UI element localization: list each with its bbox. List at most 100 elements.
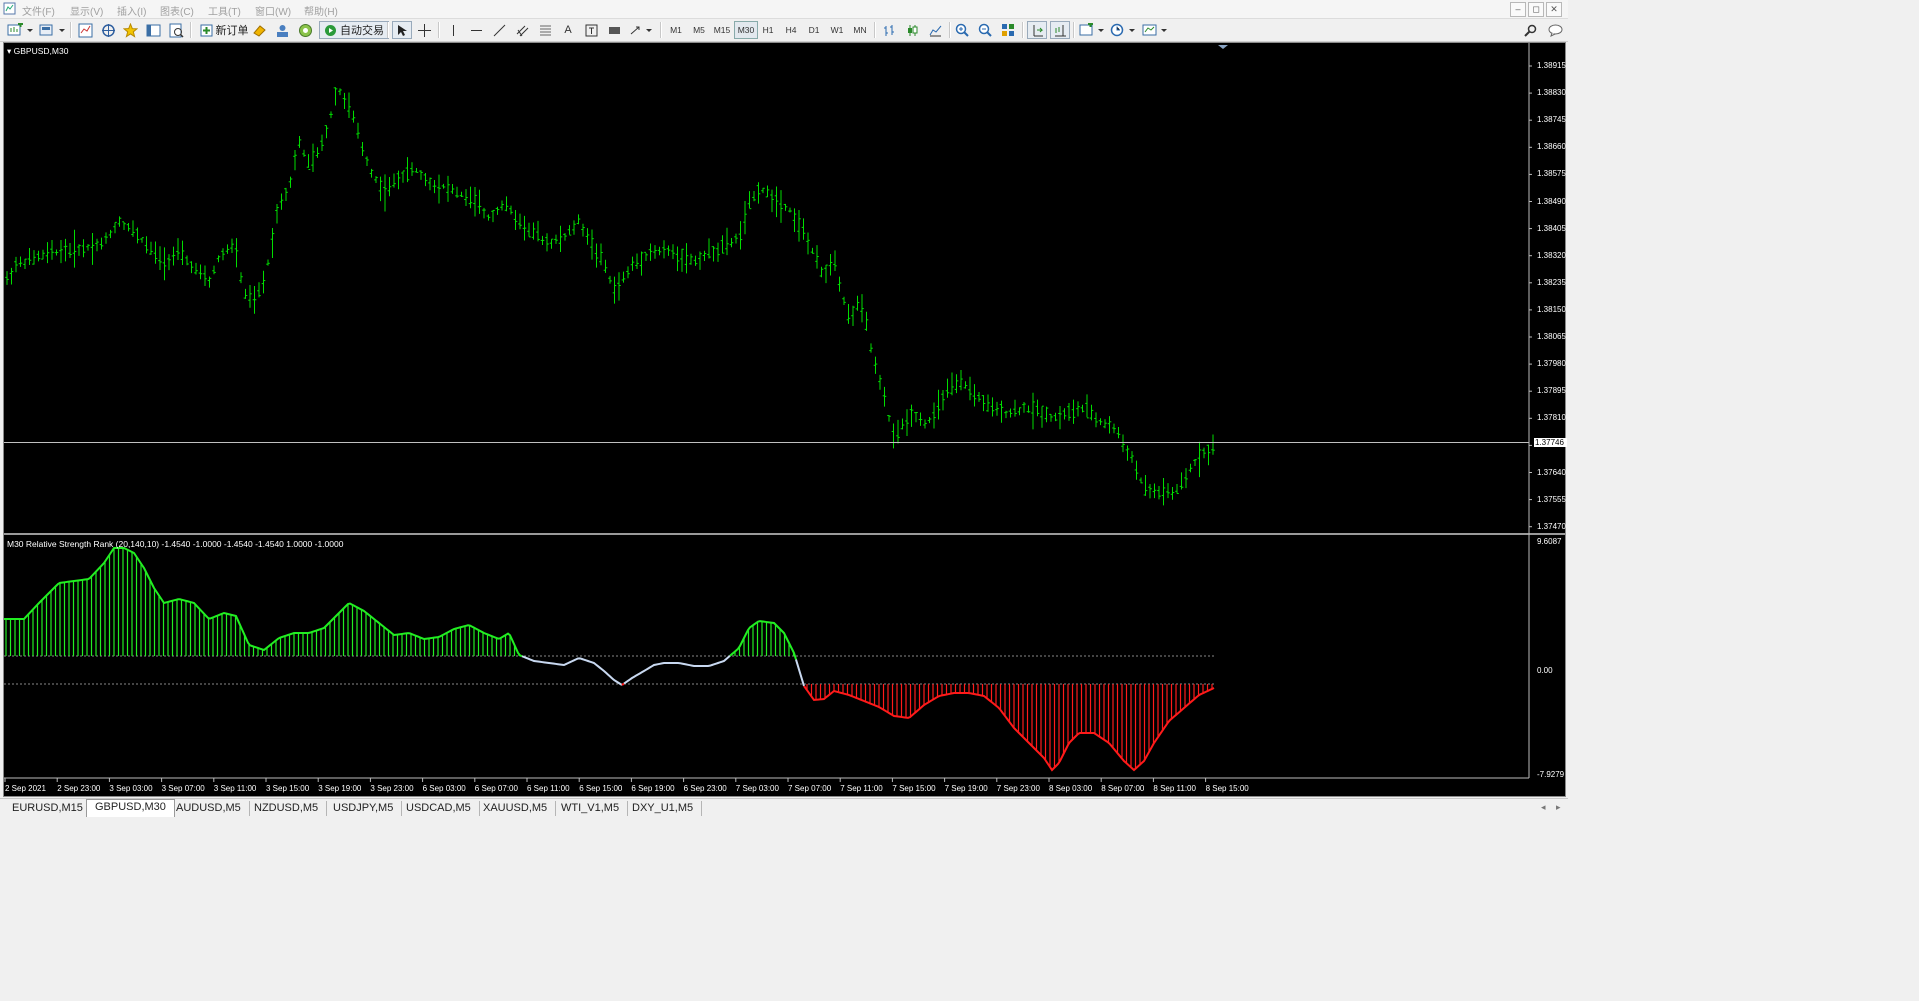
- time-axis-label: 3 Sep 07:00: [161, 784, 205, 793]
- periods-dropdown-icon[interactable]: [1109, 21, 1137, 39]
- navigator-icon[interactable]: [121, 21, 139, 39]
- chat-icon[interactable]: [1546, 21, 1564, 39]
- indicator-histogram: [5, 548, 1213, 769]
- timeframe-mn[interactable]: MN: [849, 21, 871, 39]
- price-bar: [981, 395, 986, 412]
- profiles-button[interactable]: [38, 21, 66, 39]
- close-button[interactable]: ✕: [1546, 2, 1562, 17]
- restore-button[interactable]: ◻: [1528, 2, 1544, 17]
- price-bar: [297, 136, 302, 148]
- history-center-icon[interactable]: [273, 21, 291, 39]
- menu-help[interactable]: 帮助(H): [304, 3, 338, 18]
- price-bar: [167, 254, 171, 271]
- data-window-icon[interactable]: [99, 21, 117, 39]
- menu-window[interactable]: 窗口(W): [255, 3, 291, 18]
- minimize-button[interactable]: –: [1510, 2, 1526, 17]
- arrows-dropdown-icon[interactable]: [628, 21, 654, 39]
- auto-scroll-icon[interactable]: [1027, 21, 1047, 39]
- price-bar: [72, 229, 77, 268]
- menu-charts[interactable]: 图表(C): [160, 3, 194, 18]
- price-bar: [1008, 408, 1013, 418]
- menu-tools[interactable]: 工具(T): [208, 3, 241, 18]
- menu-view[interactable]: 显示(V): [70, 3, 103, 18]
- auto-trading-button[interactable]: 自动交易: [319, 21, 389, 39]
- tile-windows-icon[interactable]: [999, 21, 1017, 39]
- price-axis-label: 1.38320: [1537, 250, 1566, 260]
- price-bar: [243, 288, 248, 299]
- toolbar-separator: [949, 22, 951, 38]
- terminal-icon[interactable]: [144, 21, 162, 39]
- price-bar: [1175, 484, 1179, 495]
- toolbar-separator: [660, 22, 662, 38]
- templates-dropdown-icon[interactable]: [1141, 21, 1169, 39]
- chart-shift-icon[interactable]: [1050, 21, 1070, 39]
- zoom-in-icon[interactable]: [953, 21, 971, 39]
- zoom-out-icon[interactable]: [976, 21, 994, 39]
- price-bar: [626, 266, 630, 279]
- price-bar: [1103, 419, 1107, 429]
- price-bar: [477, 189, 482, 214]
- tab-nzdusd-m5[interactable]: NZDUSD,M5: [246, 801, 328, 816]
- tab-eurusd-m15[interactable]: EURUSD,M15: [4, 801, 92, 816]
- timeframe-m30[interactable]: M30: [734, 21, 758, 39]
- price-bar: [549, 238, 554, 249]
- price-bar: [725, 227, 729, 256]
- bar-chart-icon[interactable]: [880, 21, 898, 39]
- price-bar: [1004, 410, 1008, 419]
- shapes-icon[interactable]: [605, 21, 623, 39]
- price-bar: [977, 391, 981, 402]
- menu-insert[interactable]: 插入(I): [117, 3, 146, 18]
- candlestick-icon[interactable]: [903, 21, 921, 39]
- time-axis-label: 7 Sep 23:00: [996, 784, 1040, 793]
- tab-scroll-right-icon[interactable]: ▸: [1556, 802, 1561, 813]
- menu-file[interactable]: 文件(F): [22, 3, 55, 18]
- fibonacci-icon[interactable]: [536, 21, 554, 39]
- time-axis-label: 6 Sep 07:00: [474, 784, 518, 793]
- price-bar: [248, 284, 252, 308]
- tab-wti-v1-m5[interactable]: WTI_V1,M5: [553, 801, 629, 816]
- price-bar: [873, 356, 878, 374]
- text-label-icon[interactable]: [582, 21, 600, 39]
- vertical-line-icon[interactable]: [444, 21, 462, 39]
- metaeditor-icon[interactable]: [250, 21, 268, 39]
- tab-audusd-m5[interactable]: AUDUSD,M5: [168, 801, 250, 816]
- crosshair-icon[interactable]: [415, 21, 433, 39]
- price-axis-label: 1.38660: [1537, 142, 1566, 152]
- channel-icon[interactable]: [513, 21, 531, 39]
- timeframe-d1[interactable]: D1: [803, 21, 825, 39]
- timeframe-h1[interactable]: H1: [757, 21, 779, 39]
- chart-canvas[interactable]: [4, 43, 1565, 796]
- price-bar: [1035, 399, 1040, 417]
- market-watch-icon[interactable]: [76, 21, 94, 39]
- price-axis-label: 1.37810: [1537, 413, 1566, 423]
- line-chart-icon[interactable]: [926, 21, 944, 39]
- toolbar-separator: [874, 22, 876, 38]
- new-chart-button[interactable]: [6, 21, 34, 39]
- text-tool-icon[interactable]: A: [559, 21, 577, 39]
- strategy-tester-icon[interactable]: [167, 21, 185, 39]
- price-bar: [1206, 444, 1211, 466]
- indicators-dropdown-icon[interactable]: [1078, 21, 1106, 39]
- search-icon[interactable]: [1521, 21, 1539, 39]
- tab-usdcad-m5[interactable]: USDCAD,M5: [398, 801, 480, 816]
- tab-dxy-u1-m5[interactable]: DXY_U1,M5: [624, 801, 703, 816]
- tab-scroll-left-icon[interactable]: ◂: [1541, 802, 1546, 813]
- tab-gbpusd-m30[interactable]: GBPUSD,M30: [86, 799, 175, 817]
- timeframe-h4[interactable]: H4: [780, 21, 802, 39]
- tab-usdjpy-m5[interactable]: USDJPY,M5: [325, 801, 403, 816]
- price-bar: [707, 238, 711, 259]
- trendline-icon[interactable]: [490, 21, 508, 39]
- signals-icon[interactable]: [296, 21, 314, 39]
- timeframe-m1[interactable]: M1: [665, 21, 687, 39]
- timeframe-m15[interactable]: M15: [711, 21, 733, 39]
- price-bar: [936, 389, 941, 420]
- timeframe-m5[interactable]: M5: [688, 21, 710, 39]
- new-order-button[interactable]: 新订单: [196, 21, 252, 39]
- tab-xauusd-m5[interactable]: XAUUSD,M5: [475, 801, 557, 816]
- timeframe-w1[interactable]: W1: [826, 21, 848, 39]
- cursor-icon[interactable]: [392, 21, 412, 39]
- chart-window[interactable]: ▾ GBPUSD,M30 M30 Relative Strength Rank …: [3, 42, 1567, 797]
- horizontal-line-icon[interactable]: [467, 21, 485, 39]
- price-bar: [797, 209, 801, 242]
- price-bar: [45, 242, 50, 264]
